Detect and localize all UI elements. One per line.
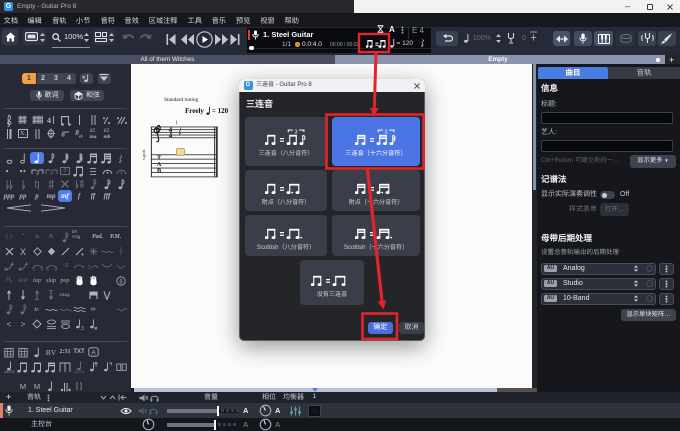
svg-text:AUTO: AUTO	[74, 370, 84, 373]
svg-text:1: 1	[32, 266, 35, 271]
svg-text:AUTO: AUTO	[4, 370, 14, 373]
svg-text:A: A	[91, 350, 96, 357]
svg-text:3: 3	[35, 170, 39, 176]
svg-text:3: 3	[40, 266, 43, 271]
svg-text:3: 3	[54, 266, 57, 271]
svg-text:3: 3	[294, 130, 297, 136]
svg-text:3: 3	[81, 326, 84, 330]
svg-text:1: 1	[46, 266, 49, 271]
svg-text:4: 4	[169, 133, 173, 140]
svg-text:3: 3	[88, 265, 91, 270]
svg-text:4: 4	[47, 116, 51, 125]
svg-text:B: B	[157, 168, 162, 175]
svg-text:3: 3	[49, 170, 53, 176]
svg-text:3: 3	[384, 130, 387, 136]
